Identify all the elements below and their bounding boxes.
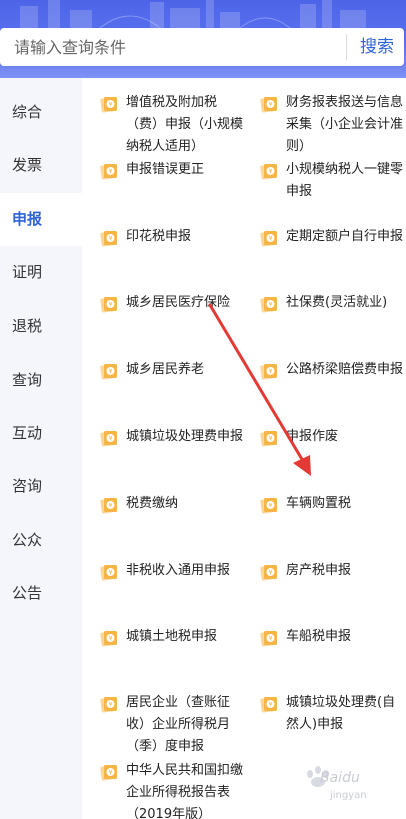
- sidebar-item-query[interactable]: 查询: [0, 354, 82, 407]
- svg-text:¥: ¥: [109, 236, 113, 243]
- watermark-text: Baidu: [320, 770, 360, 786]
- service-label: 城镇垃圾处理费申报: [126, 429, 244, 444]
- service-label: 社保费(灵活就业): [286, 295, 388, 310]
- svg-text:¥: ¥: [109, 636, 113, 643]
- search-divider: [346, 34, 347, 60]
- document-coin-icon: ¥: [100, 631, 117, 647]
- document-coin-icon: ¥: [100, 498, 117, 514]
- service-label: 中华人民共和国扣缴企业所得税报告表（2019年版）: [126, 763, 244, 819]
- svg-text:¥: ¥: [269, 102, 273, 109]
- document-coin-icon: ¥: [260, 631, 277, 647]
- category-sidebar: 综合 发票 申报 证明 退税 查询 互动 咨询 公众 公告: [0, 86, 82, 819]
- service-label: 车船税申报: [286, 629, 352, 644]
- svg-text:¥: ¥: [109, 702, 113, 709]
- sidebar-item-certificate[interactable]: 证明: [0, 246, 82, 299]
- document-coin-icon: ¥: [100, 364, 117, 380]
- service-label: 财务报表报送与信息采集（小企业会计准则）: [286, 95, 404, 154]
- search-button[interactable]: 搜索: [350, 28, 404, 66]
- document-coin-icon: ¥: [100, 565, 117, 581]
- service-label: 申报错误更正: [126, 162, 205, 177]
- document-coin-icon: ¥: [100, 164, 117, 180]
- search-input[interactable]: [14, 35, 334, 59]
- svg-text:¥: ¥: [269, 236, 273, 243]
- page: 搜索 综合 发票 申报 证明 退税 查询 互动 咨询 公众 公告 ¥ 增值税及附…: [0, 0, 406, 819]
- svg-text:¥: ¥: [109, 770, 113, 777]
- svg-text:¥: ¥: [269, 369, 273, 376]
- watermark-subtext: jingyan: [330, 790, 367, 801]
- svg-text:¥: ¥: [269, 503, 273, 510]
- document-coin-icon: ¥: [100, 231, 117, 247]
- service-label: 公路桥梁赔偿费申报: [286, 362, 404, 377]
- service-label: 城镇土地税申报: [126, 629, 218, 644]
- svg-text:¥: ¥: [269, 702, 273, 709]
- service-label: 城乡居民医疗保险: [126, 295, 231, 310]
- svg-text:¥: ¥: [269, 436, 273, 443]
- svg-text:¥: ¥: [109, 369, 113, 376]
- service-grid: ¥ 增值税及附加税（费）申报（小规模纳税人适用） ¥ 财务报表报送与信息采集（小…: [82, 78, 406, 819]
- svg-text:¥: ¥: [109, 503, 113, 510]
- sidebar-item-consult[interactable]: 咨询: [0, 460, 82, 513]
- sidebar-item-declaration[interactable]: 申报: [0, 193, 82, 246]
- sidebar-item-tax-refund[interactable]: 退税: [0, 300, 82, 353]
- svg-text:¥: ¥: [109, 102, 113, 109]
- document-coin-icon: ¥: [260, 697, 277, 713]
- search-bar: 搜索: [0, 28, 404, 66]
- document-coin-icon: ¥: [260, 498, 277, 514]
- service-label: 车辆购置税: [286, 496, 352, 511]
- service-label: 非税收入通用申报: [126, 563, 231, 578]
- document-coin-icon: ¥: [100, 97, 117, 113]
- document-coin-icon: ¥: [260, 364, 277, 380]
- svg-text:¥: ¥: [109, 570, 113, 577]
- document-coin-icon: ¥: [260, 97, 277, 113]
- document-coin-icon: ¥: [260, 231, 277, 247]
- svg-text:¥: ¥: [269, 570, 273, 577]
- svg-text:¥: ¥: [269, 169, 273, 176]
- document-coin-icon: ¥: [100, 697, 117, 713]
- document-coin-icon: ¥: [260, 297, 277, 313]
- sidebar-item-interaction[interactable]: 互动: [0, 407, 82, 460]
- document-coin-icon: ¥: [100, 431, 117, 447]
- service-label: 印花税申报: [126, 229, 192, 244]
- sidebar-item-public[interactable]: 公众: [0, 514, 82, 567]
- sidebar-item-invoice[interactable]: 发票: [0, 139, 82, 192]
- document-coin-icon: ¥: [100, 297, 117, 313]
- svg-text:¥: ¥: [269, 636, 273, 643]
- service-label: 城乡居民养老: [126, 362, 205, 377]
- service-label: 居民企业（查账征收）企业所得税月（季）度申报: [126, 695, 231, 754]
- service-label: 税费缴纳: [126, 496, 179, 511]
- service-label: 小规模纳税人一键零申报: [286, 162, 404, 199]
- document-coin-icon: ¥: [260, 431, 277, 447]
- service-label: 增值税及附加税（费）申报（小规模纳税人适用）: [126, 95, 244, 154]
- svg-text:¥: ¥: [109, 436, 113, 443]
- svg-text:¥: ¥: [109, 302, 113, 309]
- service-label: 房产税申报: [286, 563, 352, 578]
- sidebar-item-notice[interactable]: 公告: [0, 567, 82, 620]
- document-coin-icon: ¥: [100, 765, 117, 781]
- document-coin-icon: ¥: [260, 164, 277, 180]
- document-coin-icon: ¥: [260, 565, 277, 581]
- svg-text:¥: ¥: [109, 169, 113, 176]
- service-label: 申报作废: [286, 429, 339, 444]
- service-label: 城镇垃圾处理费(自然人)申报: [286, 695, 396, 732]
- sidebar-item-general[interactable]: 综合: [0, 86, 82, 139]
- service-label: 定期定额户自行申报: [286, 229, 404, 244]
- svg-text:¥: ¥: [269, 302, 273, 309]
